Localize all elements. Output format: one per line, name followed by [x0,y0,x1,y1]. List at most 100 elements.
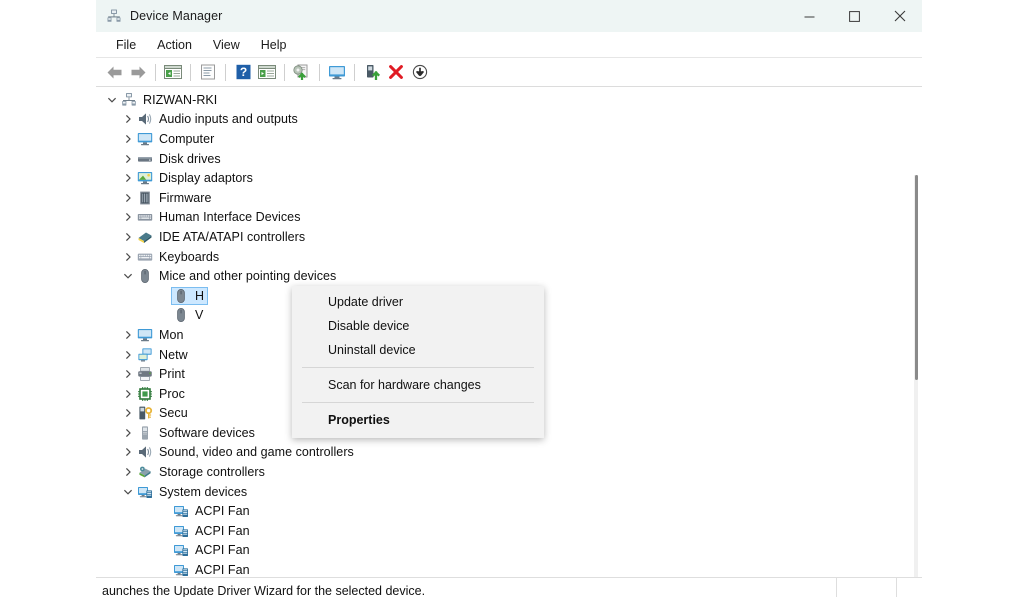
minimize-button[interactable] [787,0,832,32]
chevron-right-icon[interactable] [120,365,135,384]
tree-item-label: Human Interface Devices [159,210,301,225]
tree-row[interactable]: Keyboards [96,247,908,267]
printer-icon [138,367,152,381]
tree-item-label: RIZWAN-RKI [143,92,218,107]
tree-row-content: System devices [135,483,251,501]
tree-row[interactable]: ACPI Fan [96,521,908,541]
tree-row-content: IDE ATA/ATAPI controllers [135,228,309,246]
menu-action[interactable]: Action [147,36,203,54]
enable-device-icon [366,65,380,80]
chevron-right-icon[interactable] [120,384,135,403]
chevron-right-icon[interactable] [120,227,135,246]
tree-row[interactable]: Audio inputs and outputs [96,110,908,130]
context-menu[interactable]: Update driver Disable device Uninstall dev… [292,286,544,438]
menu-view[interactable]: View [203,36,251,54]
tree-row[interactable]: Human Interface Devices [96,208,908,228]
toolbar-separator-6 [354,63,355,81]
tree-item-label: Mon [159,327,184,342]
tree-row[interactable]: Mice and other pointing devices [96,266,908,286]
chevron-right-icon[interactable] [120,129,135,148]
menu-bar: File Action View Help [96,32,922,58]
tree-row[interactable]: ACPI Fan [96,501,908,521]
tree-row[interactable]: Computer [96,129,908,149]
tree-item-label: System devices [159,484,248,499]
help-button[interactable]: ? [231,60,255,84]
tree-row[interactable]: Disk drives [96,149,908,169]
toolbar: ? [96,58,922,87]
chevron-right-icon[interactable] [120,149,135,168]
tree-item-label: Software devices [159,425,255,440]
tree-row-content: ACPI Fan [171,502,254,520]
tree-row[interactable]: Firmware [96,188,908,208]
chevron-right-icon[interactable] [120,188,135,207]
display-adapter-icon [137,172,153,185]
chevron-down-icon[interactable] [120,482,135,501]
chevron-right-icon[interactable] [120,463,135,482]
chevron-down-icon[interactable] [120,267,135,286]
tree-row[interactable]: Display adaptors [96,168,908,188]
forward-button[interactable] [126,60,150,84]
tree-row[interactable]: Sound, video and game controllers [96,443,908,463]
uninstall-device-button[interactable] [384,60,408,84]
chevron-right-icon[interactable] [120,443,135,462]
disable-device-button[interactable] [408,60,432,84]
context-menu-item[interactable]: Update driver [292,290,544,314]
context-menu-item[interactable]: Properties [292,408,544,432]
context-menu-item[interactable]: Disable device [292,314,544,338]
tree-row[interactable]: System devices [96,482,908,502]
tree-row-content: Netw [135,346,192,364]
tree-row-root[interactable]: RIZWAN-RKI [96,90,908,110]
maximize-button[interactable] [832,0,877,32]
console-tree-icon [164,65,182,79]
context-menu-item[interactable]: Scan for hardware changes [292,373,544,397]
status-bar: aunches the Update Driver Wizard for the… [96,577,922,597]
system-device-icon [174,525,188,537]
context-menu-separator [302,367,534,368]
firmware-chip-icon [140,191,150,205]
right-arrow-icon [131,66,145,78]
vertical-scrollbar-thumb[interactable] [915,175,918,380]
close-button[interactable] [877,0,922,32]
chevron-right-icon[interactable] [120,110,135,129]
back-button[interactable] [102,60,126,84]
chevron-right-icon[interactable] [120,208,135,227]
chevron-right-icon[interactable] [120,247,135,266]
tree-row-content: Display adaptors [135,169,257,187]
chevron-right-icon[interactable] [120,404,135,423]
tree-row-content: Print [135,365,189,383]
disk-drive-icon [138,156,152,162]
tree-item-label: H [195,288,205,303]
maximize-icon [849,10,860,22]
left-arrow-icon [107,66,121,78]
chevron-right-icon[interactable] [120,345,135,364]
show-hide-console-tree-button[interactable] [161,60,185,84]
show-hide-action-pane-button[interactable] [255,60,279,84]
chevron-right-icon[interactable] [120,423,135,442]
scan-hardware-changes-button[interactable] [325,60,349,84]
tree-row[interactable]: Storage controllers [96,462,908,482]
tree-item-label: Audio inputs and outputs [159,112,298,127]
tree-row-content: Software devices [135,424,259,442]
tree-row-content: Sound, video and game controllers [135,443,358,461]
minimize-icon [804,16,815,17]
properties-button[interactable] [196,60,220,84]
tree-row[interactable]: IDE ATA/ATAPI controllers [96,227,908,247]
caption-buttons [787,0,922,32]
menu-file[interactable]: File [106,36,147,54]
action-pane-icon [258,65,276,79]
storage-controller-icon [139,466,151,478]
chevron-down-icon[interactable] [104,90,119,109]
chevron-right-icon[interactable] [120,169,135,188]
title-bar: Device Manager [96,0,922,32]
chevron-right-icon[interactable] [120,325,135,344]
enable-device-button[interactable] [360,60,384,84]
vertical-scrollbar[interactable] [914,175,918,579]
menu-help[interactable]: Help [251,36,298,54]
context-menu-item[interactable]: Uninstall device [292,338,544,362]
context-menu-item-label: Scan for hardware changes [328,378,481,392]
tree-item-label: Proc [159,386,185,401]
status-bar-text: aunches the Update Driver Wizard for the… [102,583,426,597]
update-driver-button[interactable] [290,60,314,84]
horizontal-scrollbar[interactable] [96,558,908,562]
tree-item-label: Computer [159,131,215,146]
